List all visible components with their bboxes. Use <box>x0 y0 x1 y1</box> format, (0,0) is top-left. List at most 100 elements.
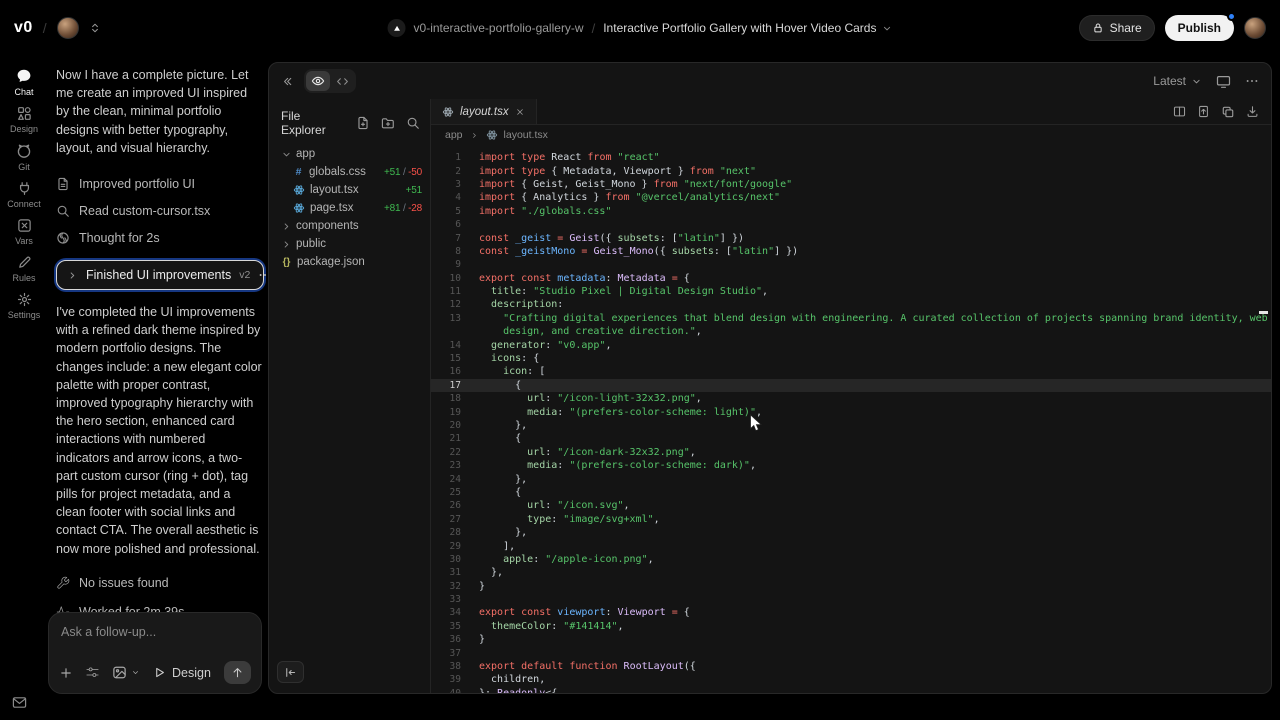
code-line: 34export const viewport: Viewport = { <box>431 606 1271 619</box>
sidebar-item-connect[interactable]: Connect <box>0 181 48 209</box>
chevron-down-icon <box>281 149 292 160</box>
search-files-button[interactable] <box>406 116 420 130</box>
send-button[interactable] <box>224 661 251 684</box>
code-line: 32} <box>431 580 1271 593</box>
code-line: 18 url: "/icon-light-32x32.png", <box>431 392 1271 405</box>
tree-item-app[interactable]: app <box>269 145 430 163</box>
chevron-right-icon <box>67 270 78 281</box>
split-editor-button[interactable] <box>1173 105 1186 118</box>
breadcrumb-chat[interactable]: Interactive Portfolio Gallery with Hover… <box>603 21 892 35</box>
team-switcher-icon[interactable] <box>89 22 101 34</box>
sidebar-item-rules[interactable]: Rules <box>0 255 48 283</box>
tree-item-package-json[interactable]: {}package.json <box>269 253 430 271</box>
react-file-icon <box>486 129 498 141</box>
chevron-right-icon <box>281 221 292 232</box>
code-line: 12 description: <box>431 298 1271 311</box>
tree-item-public[interactable]: public <box>269 235 430 253</box>
status-issues[interactable]: No issues found <box>56 573 262 593</box>
assistant-message: I've completed the UI improvements with … <box>56 303 262 558</box>
close-tab-button[interactable] <box>515 107 525 117</box>
code-line: 31 }, <box>431 566 1271 579</box>
new-folder-button[interactable] <box>381 116 395 130</box>
image-mode-button[interactable] <box>112 665 141 680</box>
code-line: 20 }, <box>431 419 1271 432</box>
open-file-button[interactable] <box>1197 105 1210 118</box>
doc-icon <box>56 177 70 191</box>
code-line: 9 <box>431 258 1271 271</box>
code-line: 28 }, <box>431 526 1271 539</box>
sidebar-item-design[interactable]: Design <box>0 106 48 134</box>
tree-item-page-tsx[interactable]: page.tsx+81 / -28 <box>269 199 430 217</box>
sidebar-item-chat[interactable]: Chat <box>0 68 48 97</box>
sidebar-item-settings[interactable]: Settings <box>0 292 48 320</box>
code-line: 16 icon: [ <box>431 365 1271 378</box>
share-button[interactable]: Share <box>1079 15 1155 41</box>
code-line: 29 ], <box>431 539 1271 552</box>
breadcrumb-chevron-icon <box>470 131 478 139</box>
react-file-icon <box>293 202 305 214</box>
sidebar-item-git[interactable]: Git <box>0 143 48 172</box>
code-line: 21 { <box>431 432 1271 445</box>
copy-code-button[interactable] <box>1221 105 1235 119</box>
agent-step[interactable]: Read custom-cursor.tsx <box>56 197 262 224</box>
image-icon <box>112 665 127 680</box>
vercel-project-icon[interactable] <box>388 19 406 37</box>
version-selector[interactable]: Latest <box>1153 74 1202 88</box>
code-line: 11 title: "Studio Pixel | Digital Design… <box>431 285 1271 298</box>
diff-stats: +81 / -28 <box>384 203 422 214</box>
json-file-icon: {} <box>281 257 292 268</box>
tab-layout-tsx[interactable]: layout.tsx <box>431 99 537 124</box>
agent-steps: Improved portfolio UIRead custom-cursor.… <box>56 170 262 251</box>
sidebar-item-vars[interactable]: Vars <box>0 218 48 246</box>
code-line: 10export const metadata: Metadata = { <box>431 272 1271 285</box>
agent-step[interactable]: Thought for 2s <box>56 224 262 251</box>
divider: / <box>43 20 47 36</box>
tree-item-components[interactable]: components <box>269 217 430 235</box>
tree-item-layout-tsx[interactable]: layout.tsx+51 <box>269 181 430 199</box>
code-line: 8const _geistMono = Geist_Mono({ subsets… <box>431 245 1271 258</box>
followup-input[interactable] <box>61 625 249 639</box>
git-icon <box>16 143 32 159</box>
chevron-down-icon <box>881 23 892 34</box>
team-avatar[interactable] <box>57 17 79 39</box>
code-editor: layout.tsx app layout.tsx <box>431 99 1271 693</box>
followup-composer[interactable]: Design <box>48 612 262 694</box>
code-line: 4import { Analytics } from "@vercel/anal… <box>431 191 1271 204</box>
agent-step[interactable]: Improved portfolio UI <box>56 170 262 197</box>
tree-item-globals-css[interactable]: #globals.css+51 / -50 <box>269 163 430 181</box>
breadcrumb-project[interactable]: v0-interactive-portfolio-gallery-w <box>414 21 584 35</box>
publish-button[interactable]: Publish <box>1165 15 1234 41</box>
code-line: 22 url: "/icon-dark-32x32.png", <box>431 446 1271 459</box>
code-line: 15 icons: { <box>431 352 1271 365</box>
code-toggle[interactable] <box>330 71 354 91</box>
add-attachment-button[interactable] <box>59 666 73 680</box>
chevron-down-icon <box>1191 76 1202 87</box>
collapse-panel-button[interactable] <box>281 75 294 88</box>
collapse-explorer-button[interactable] <box>277 661 304 683</box>
file-tree: app#globals.css+51 / -50layout.tsx+51pag… <box>269 145 430 271</box>
code-line: 2import type { Metadata, Viewport } from… <box>431 164 1271 177</box>
feedback-mail-icon[interactable] <box>12 695 27 710</box>
preview-toggle-eye[interactable] <box>306 71 330 91</box>
rules-icon <box>17 255 32 270</box>
code-line: 25 { <box>431 486 1271 499</box>
overview-ruler-mark <box>1259 311 1268 314</box>
chat-icon <box>16 68 32 84</box>
task-card-finished-ui-improvements[interactable]: Finished UI improvements v2 <box>56 260 264 290</box>
diff-stats: +51 / -50 <box>384 167 422 178</box>
editor-breadcrumb[interactable]: app layout.tsx <box>431 125 1271 145</box>
download-button[interactable] <box>1246 105 1259 118</box>
code-area[interactable]: 1import type React from "react"2import t… <box>431 145 1271 693</box>
new-file-button[interactable] <box>356 116 370 130</box>
connect-icon <box>17 181 32 196</box>
code-line: 26 url: "/icon.svg", <box>431 499 1271 512</box>
code-line: 39 children, <box>431 673 1271 686</box>
code-line: 40}: Readonly<{ <box>431 687 1271 693</box>
user-avatar[interactable] <box>1244 17 1266 39</box>
code-line: 37 <box>431 646 1271 659</box>
open-preview-window-button[interactable] <box>1216 74 1231 89</box>
panel-more-button[interactable] <box>1245 74 1259 88</box>
code-line: 23 media: "(prefers-color-scheme: dark)"… <box>431 459 1271 472</box>
settings-sliders-button[interactable] <box>85 665 100 680</box>
design-mode-button[interactable]: Design <box>153 666 211 680</box>
